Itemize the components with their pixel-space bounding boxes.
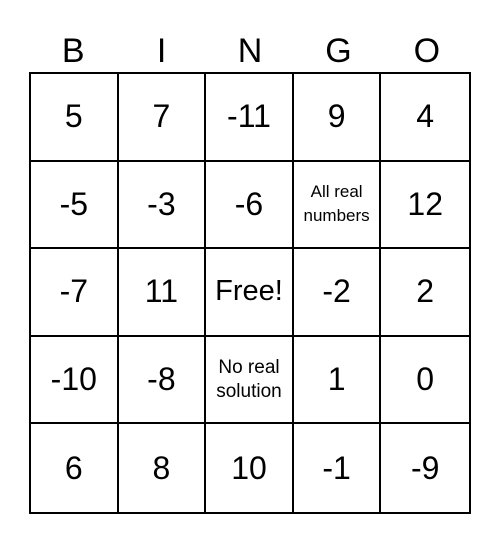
bingo-cell[interactable]: No real solution <box>206 336 294 425</box>
bingo-cell[interactable]: -11 <box>206 74 294 162</box>
bingo-cell[interactable]: 5 <box>31 74 119 162</box>
bingo-cell[interactable]: 8 <box>119 424 207 512</box>
bingo-cell[interactable]: -6 <box>206 161 294 250</box>
header-letter-g: G <box>325 32 352 70</box>
bingo-cell[interactable]: -8 <box>118 336 207 425</box>
header-letter-o: O <box>413 32 441 70</box>
bingo-cell[interactable]: 1 <box>293 336 382 425</box>
bingo-cell[interactable]: 6 <box>31 424 119 512</box>
bingo-cell[interactable]: 7 <box>118 74 207 162</box>
bingo-cell[interactable]: 10 <box>206 424 294 512</box>
bingo-cell[interactable]: -5 <box>31 161 119 250</box>
free-space-cell[interactable]: Free! <box>206 249 294 337</box>
header-letter-n: N <box>237 32 263 70</box>
bingo-cell[interactable]: 0 <box>381 337 469 425</box>
bingo-cell[interactable]: -9 <box>381 424 469 512</box>
bingo-cell[interactable]: 9 <box>293 74 382 162</box>
bingo-cell[interactable]: 2 <box>381 249 469 337</box>
bingo-cell[interactable]: -3 <box>118 161 207 250</box>
header-letter-i: I <box>156 32 167 70</box>
header-letter-b: B <box>61 32 85 70</box>
bingo-cell[interactable]: -10 <box>31 336 119 425</box>
bingo-cell[interactable]: 12 <box>381 162 469 250</box>
bingo-cell[interactable]: 11 <box>118 249 207 337</box>
bingo-cell[interactable]: -1 <box>294 424 382 512</box>
bingo-cell[interactable]: 4 <box>381 74 469 162</box>
bingo-cell[interactable]: -7 <box>31 249 119 337</box>
bingo-grid: 5 7 -11 9 4 -5 -3 -6 All real numbers 12 -7 11 Free!… <box>29 72 471 514</box>
bingo-cell[interactable]: All real numbers <box>293 161 382 250</box>
bingo-header: B I N G O <box>29 30 471 72</box>
bingo-cell[interactable]: -2 <box>293 249 382 337</box>
